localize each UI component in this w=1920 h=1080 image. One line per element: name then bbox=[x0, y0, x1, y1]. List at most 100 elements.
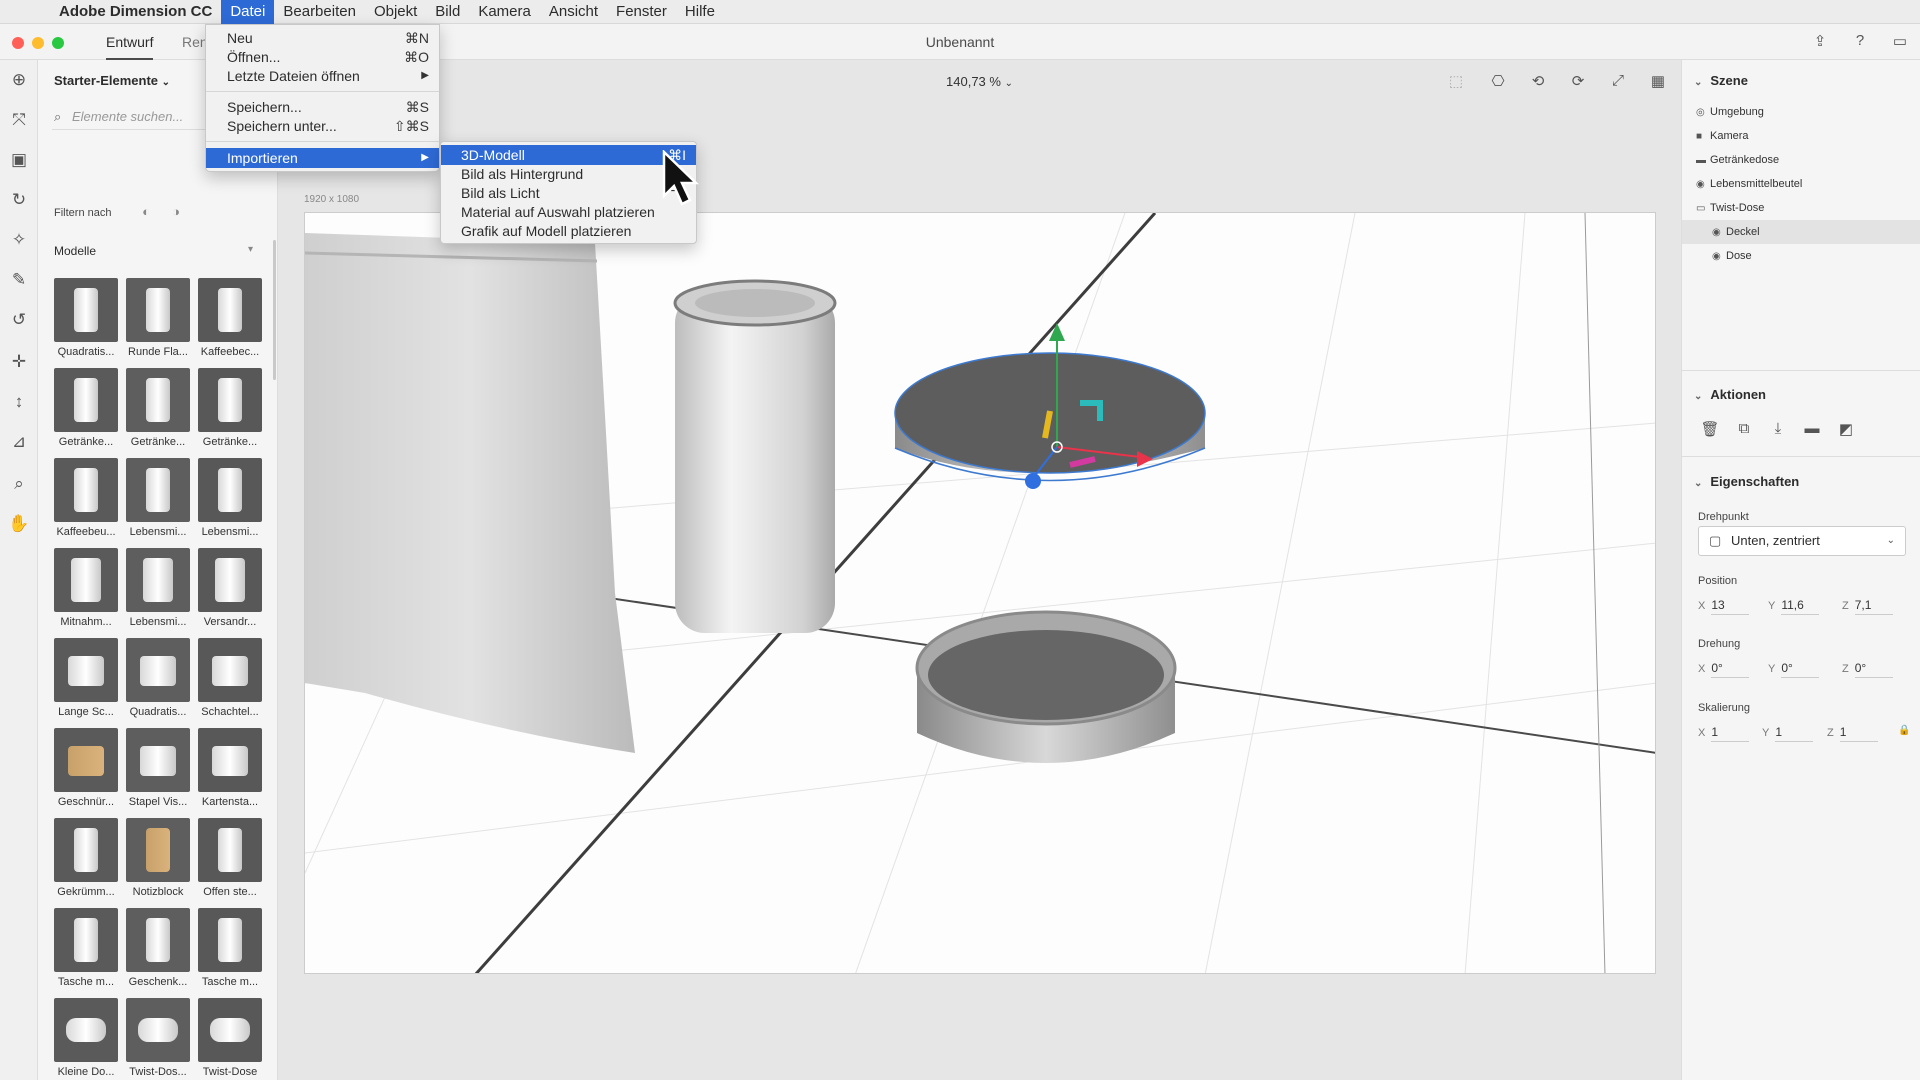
camera-orbit-icon[interactable]: ⟲ bbox=[1528, 72, 1548, 92]
chevron-down-icon[interactable]: ▾ bbox=[248, 244, 253, 255]
position-z-field[interactable]: Z 7,1 bbox=[1842, 598, 1893, 615]
model-thumbnail[interactable] bbox=[198, 278, 262, 342]
filter-materials-icon[interactable]: ◑ bbox=[168, 204, 184, 220]
select-tool-icon[interactable]: ⤧ bbox=[7, 108, 31, 132]
model-thumbnail[interactable] bbox=[54, 368, 118, 432]
model-thumbnail[interactable] bbox=[54, 908, 118, 972]
model-thumbnail[interactable] bbox=[198, 908, 262, 972]
model-thumbnail[interactable] bbox=[54, 458, 118, 522]
magic-wand-icon[interactable]: ✧ bbox=[7, 228, 31, 252]
group-icon[interactable]: ▬ bbox=[1802, 420, 1822, 440]
zoom-tool-icon[interactable]: ⌕ bbox=[7, 472, 31, 496]
dolly-tool-icon[interactable]: ↕ bbox=[7, 390, 31, 414]
scene-item[interactable]: ■ Kamera bbox=[1696, 124, 1916, 148]
lock-icon[interactable]: 🔒 bbox=[1898, 725, 1910, 736]
menu-kamera[interactable]: Kamera bbox=[469, 0, 540, 24]
frame-icon[interactable]: ⬚ bbox=[1446, 72, 1466, 92]
menu-bild[interactable]: Bild bbox=[426, 0, 469, 24]
feedback-icon[interactable]: ▭ bbox=[1890, 32, 1910, 52]
pivot-select[interactable]: ▢ Unten, zentriert ⌄ bbox=[1698, 526, 1906, 556]
render-preview-icon[interactable]: ▦ bbox=[1648, 72, 1668, 92]
delete-icon[interactable]: 🗑 bbox=[1700, 420, 1720, 440]
tab-design[interactable]: Entwurf bbox=[106, 24, 154, 60]
model-thumbnail[interactable] bbox=[198, 818, 262, 882]
scene-item[interactable]: ◉ Dose bbox=[1712, 244, 1920, 268]
menu-fenster[interactable]: Fenster bbox=[607, 0, 676, 24]
models-section-label[interactable]: Modelle bbox=[54, 244, 96, 258]
menu-item-image-background[interactable]: Bild als Hintergrund⇧ bbox=[441, 164, 696, 184]
model-thumbnail[interactable] bbox=[198, 638, 262, 702]
menu-item-place-material[interactable]: Material auf Auswahl platzieren bbox=[441, 202, 696, 222]
camera-bookmark-icon[interactable]: ⎔ bbox=[1488, 72, 1508, 92]
minimize-window-button[interactable] bbox=[32, 37, 44, 49]
scene-item[interactable]: ◉ Lebensmittelbeutel bbox=[1696, 172, 1916, 196]
menu-item-recent[interactable]: Letzte Dateien öffnen ▶ bbox=[206, 66, 439, 86]
zoom-window-button[interactable] bbox=[52, 37, 64, 49]
camera-pan-icon[interactable]: ⟳ bbox=[1568, 72, 1588, 92]
hand-tool-icon[interactable]: ✋ bbox=[7, 512, 31, 536]
menu-hilfe[interactable]: Hilfe bbox=[676, 0, 724, 24]
drop-to-floor-icon[interactable]: ⤓ bbox=[1768, 420, 1788, 440]
rotation-y-field[interactable]: Y 0° bbox=[1768, 661, 1820, 678]
menu-item-save-as[interactable]: Speichern unter... ⇧⌘S bbox=[206, 116, 439, 136]
menu-item-place-graphic[interactable]: Grafik auf Modell platzieren bbox=[441, 221, 696, 241]
move-tool-icon[interactable]: ▣ bbox=[7, 148, 31, 172]
scene-item[interactable]: ▭ Twist-Dose bbox=[1696, 196, 1916, 220]
scale-x-field[interactable]: X1 bbox=[1698, 725, 1750, 742]
scene-section-header[interactable]: ⌄ Szene bbox=[1694, 73, 1748, 88]
position-x-field[interactable]: X 13 bbox=[1698, 598, 1750, 615]
model-thumbnail[interactable] bbox=[126, 278, 190, 342]
menu-objekt[interactable]: Objekt bbox=[365, 0, 426, 24]
menu-bearbeiten[interactable]: Bearbeiten bbox=[274, 0, 365, 24]
menu-item-new[interactable]: Neu ⌘N bbox=[206, 28, 439, 48]
tab-render[interactable]: Ren bbox=[182, 24, 208, 60]
model-thumbnail[interactable] bbox=[54, 548, 118, 612]
share-icon[interactable]: ⇪ bbox=[1810, 32, 1830, 52]
scene-item[interactable]: ◉ Deckel bbox=[1682, 220, 1920, 244]
rotation-x-field[interactable]: X 0° bbox=[1698, 661, 1750, 678]
help-icon[interactable]: ? bbox=[1850, 32, 1870, 52]
model-thumbnail[interactable] bbox=[126, 638, 190, 702]
camera-dolly-icon[interactable]: ⤢ bbox=[1608, 72, 1628, 92]
model-thumbnail[interactable] bbox=[54, 278, 118, 342]
model-thumbnail[interactable] bbox=[126, 818, 190, 882]
scene-item[interactable]: ▬ Getränkedose bbox=[1696, 148, 1916, 172]
model-thumbnail[interactable] bbox=[126, 368, 190, 432]
model-thumbnail[interactable] bbox=[54, 818, 118, 882]
scale-y-field[interactable]: Y1 bbox=[1762, 725, 1814, 742]
assets-header[interactable]: Starter-Elemente ⌄ bbox=[54, 73, 170, 88]
model-thumbnail[interactable] bbox=[198, 548, 262, 612]
model-thumbnail[interactable] bbox=[54, 998, 118, 1062]
close-window-button[interactable] bbox=[12, 37, 24, 49]
3d-viewport[interactable] bbox=[304, 212, 1656, 974]
menu-ansicht[interactable]: Ansicht bbox=[540, 0, 607, 24]
properties-section-header[interactable]: ⌄ Eigenschaften bbox=[1694, 474, 1799, 489]
menu-item-open[interactable]: Öffnen... ⌘O bbox=[206, 47, 439, 67]
orbit-tool-icon[interactable]: ↺ bbox=[7, 308, 31, 332]
actions-section-header[interactable]: ⌄ Aktionen bbox=[1694, 387, 1766, 402]
rotation-z-field[interactable]: Z 0° bbox=[1842, 661, 1893, 678]
menu-item-3d-model[interactable]: 3D-Modell ⌘I bbox=[441, 145, 696, 165]
model-thumbnail[interactable] bbox=[198, 368, 262, 432]
scrollbar[interactable] bbox=[273, 240, 276, 380]
rotate-tool-icon[interactable]: ↻ bbox=[7, 188, 31, 212]
model-thumbnail[interactable] bbox=[126, 548, 190, 612]
zoom-level[interactable]: 140,73 % ⌄ bbox=[278, 74, 1681, 89]
model-thumbnail[interactable] bbox=[198, 998, 262, 1062]
app-menu[interactable]: Adobe Dimension CC bbox=[50, 0, 221, 24]
sampler-tool-icon[interactable]: ✎ bbox=[7, 268, 31, 292]
model-thumbnail[interactable] bbox=[198, 728, 262, 792]
model-thumbnail[interactable] bbox=[198, 458, 262, 522]
position-y-field[interactable]: Y 11,6 bbox=[1768, 598, 1820, 615]
model-thumbnail[interactable] bbox=[126, 458, 190, 522]
model-thumbnail[interactable] bbox=[54, 638, 118, 702]
menu-item-import[interactable]: Importieren ▶ bbox=[206, 148, 439, 168]
model-thumbnail[interactable] bbox=[126, 998, 190, 1062]
duplicate-icon[interactable]: ⧉ bbox=[1734, 420, 1754, 440]
place-on-ground-icon[interactable]: ◩ bbox=[1836, 420, 1856, 440]
menu-item-save[interactable]: Speichern... ⌘S bbox=[206, 97, 439, 117]
model-thumbnail[interactable] bbox=[54, 728, 118, 792]
model-thumbnail[interactable] bbox=[126, 908, 190, 972]
menu-item-image-light[interactable]: Bild als Licht⌥ bbox=[441, 183, 696, 203]
filter-models-icon[interactable]: ◐ bbox=[138, 204, 154, 220]
